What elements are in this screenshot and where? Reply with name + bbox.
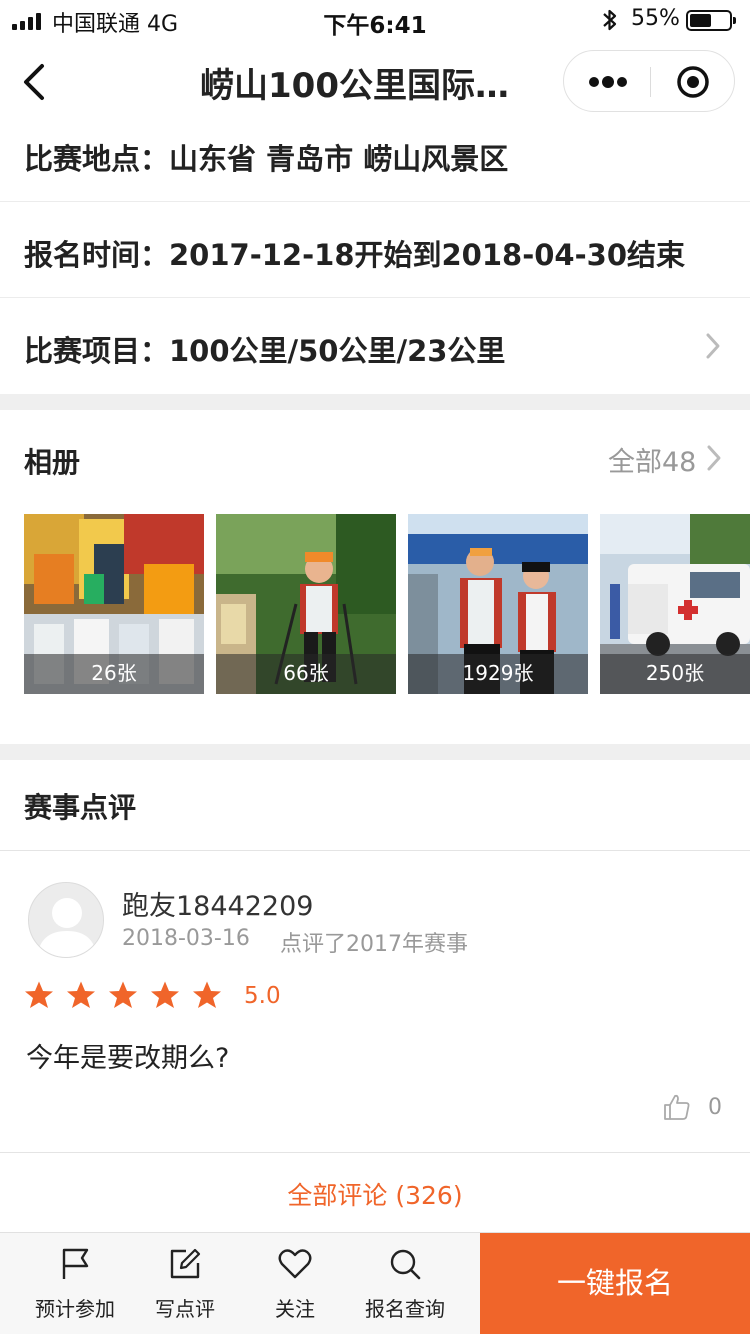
page-title: 崂山100公里国际… [200, 66, 509, 106]
race-location: 比赛地点：山东省 青岛市 崂山风景区 [24, 142, 509, 176]
tab-write-review[interactable]: 写点评 [130, 1233, 240, 1334]
mini-program-capsule [563, 50, 735, 112]
photo-count: 250张 [600, 654, 750, 694]
star-icon [25, 981, 53, 1008]
star-icon [67, 981, 95, 1008]
edit-icon [170, 1248, 201, 1279]
flag-icon [62, 1248, 89, 1279]
avatar[interactable] [28, 882, 104, 958]
star-icon [151, 981, 179, 1008]
search-icon [390, 1249, 421, 1280]
review-text: 今年是要改期么? [26, 1043, 230, 1074]
rating-score: 5.0 [244, 983, 281, 1009]
album-all-link[interactable]: 全部48 [608, 440, 696, 479]
bottom-action-bar: 预计参加 写点评 关注 报名查询 一键报名 [0, 1232, 750, 1334]
tab-label: 预计参加 [35, 1297, 115, 1321]
photo-count: 1929张 [408, 654, 588, 694]
bluetooth-icon [603, 9, 617, 31]
star-rating [24, 980, 222, 1010]
back-arrow-icon[interactable] [16, 60, 56, 104]
registration-period-row: 报名时间：2017-12-18开始到2018-04-30结束 [0, 202, 750, 298]
close-mini-program-icon[interactable] [676, 65, 710, 99]
thumbs-up-icon[interactable] [662, 1092, 692, 1122]
divider [0, 850, 750, 851]
like-count: 0 [708, 1095, 722, 1120]
chevron-right-icon[interactable] [706, 444, 722, 472]
race-events-row[interactable]: 比赛项目：100公里/50公里/23公里 [0, 298, 750, 394]
album-title: 相册 [24, 446, 81, 479]
divider [0, 1152, 750, 1153]
tab-label: 关注 [275, 1297, 315, 1321]
review-meta: 点评了2017年赛事 [280, 932, 468, 957]
section-gap [0, 394, 750, 410]
photo-count: 66张 [216, 654, 396, 694]
review-date: 2018-03-16 [122, 926, 250, 951]
tab-label: 写点评 [155, 1297, 215, 1321]
photo-count: 26张 [24, 654, 204, 694]
tab-plan-to-join[interactable]: 预计参加 [20, 1233, 130, 1334]
battery-percentage: 55% [631, 6, 680, 31]
album-photo-supplies[interactable]: 26张 [24, 514, 204, 694]
all-comments-link[interactable]: 全部评论 (326) [0, 1176, 750, 1212]
tab-label: 报名查询 [365, 1297, 445, 1321]
section-gap [0, 744, 750, 760]
heart-icon [278, 1249, 312, 1279]
tab-follow[interactable]: 关注 [240, 1233, 350, 1334]
status-bar: 中国联通 4G 下午6:41 55% [0, 0, 750, 42]
album-photo-runners[interactable]: 1929张 [408, 514, 588, 694]
reviewer-name[interactable]: 跑友18442209 [122, 884, 313, 923]
registration-period: 报名时间：2017-12-18开始到2018-04-30结束 [24, 238, 685, 272]
one-click-signup-button[interactable]: 一键报名 [480, 1233, 750, 1334]
battery-icon [686, 10, 736, 31]
race-events: 比赛项目：100公里/50公里/23公里 [24, 334, 506, 368]
tab-registration-query[interactable]: 报名查询 [350, 1233, 460, 1334]
more-options-icon[interactable] [588, 71, 628, 93]
star-icon [109, 981, 137, 1008]
album-photo-ambulance[interactable]: 250张 [600, 514, 750, 694]
album-photo-trail-runner[interactable]: 66张 [216, 514, 396, 694]
chevron-right-icon [706, 333, 720, 359]
race-location-row: 比赛地点：山东省 青岛市 崂山风景区 [0, 106, 750, 202]
star-icon [193, 981, 221, 1008]
reviews-title: 赛事点评 [24, 791, 137, 824]
